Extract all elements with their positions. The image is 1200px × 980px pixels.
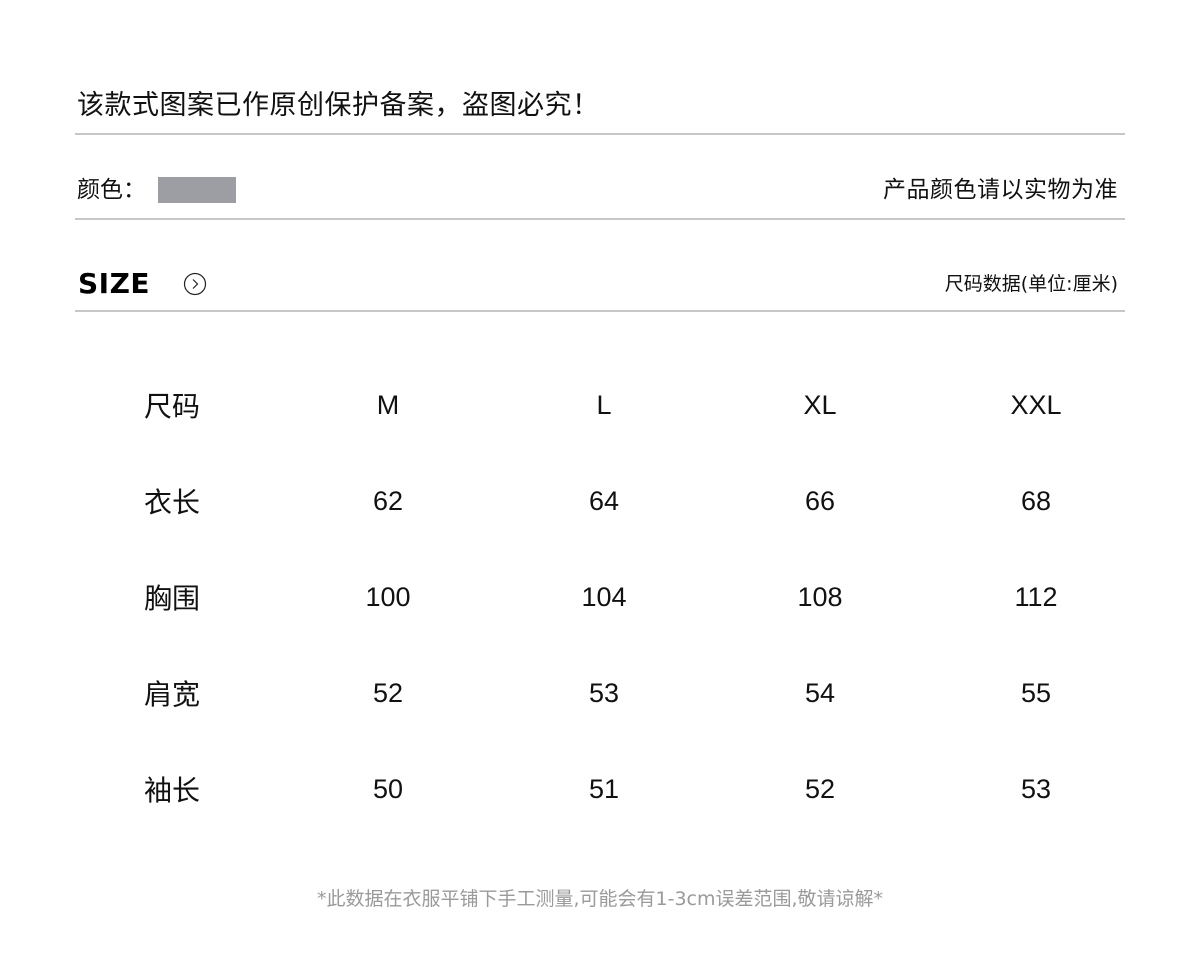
table-cell: 52: [804, 773, 836, 804]
size-header-cell: XXL: [1010, 389, 1062, 420]
copyright-notice: 该款式图案已作原创保护备案，盗图必究！: [77, 90, 600, 121]
table-cell: 104: [581, 581, 627, 612]
table-cell: 51: [588, 773, 620, 804]
color-disclaimer: 产品颜色请以实物为准: [883, 177, 1118, 203]
size-header-cell: XL: [803, 389, 837, 420]
size-header-label: 尺码: [143, 390, 200, 423]
table-row: 衣长 62 64 66 68: [64, 453, 1144, 549]
size-header-cell: M: [376, 389, 400, 420]
row-label: 肩宽: [143, 678, 200, 711]
size-header-cell: L: [596, 389, 612, 420]
chevron-right-circle-icon: [183, 272, 207, 296]
table-cell: 112: [1014, 581, 1058, 612]
row-label: 胸围: [143, 582, 200, 615]
color-label: 颜色：: [77, 177, 146, 203]
size-table: 尺码 M L XL XXL 衣长 62 64 66 68 胸围 100 104 …: [64, 357, 1144, 837]
table-cell: 100: [365, 581, 411, 612]
table-cell: 66: [804, 485, 836, 516]
table-row: 胸围 100 104 108 112: [64, 549, 1144, 645]
divider-color: [75, 218, 1125, 220]
table-cell: 68: [1020, 485, 1052, 516]
table-cell: 54: [804, 677, 836, 708]
table-cell: 64: [588, 485, 620, 516]
color-swatch: [158, 177, 236, 203]
size-header-row: 尺码 M L XL XXL: [64, 357, 1144, 453]
table-cell: 53: [588, 677, 620, 708]
table-cell: 55: [1020, 677, 1052, 708]
divider-top: [75, 133, 1125, 135]
row-label: 袖长: [143, 774, 200, 807]
table-cell: 50: [372, 773, 404, 804]
measurement-footnote: *此数据在衣服平铺下手工测量,可能会有1-3cm误差范围,敬请谅解*: [316, 888, 884, 910]
row-label: 衣长: [143, 486, 200, 519]
divider-size: [75, 310, 1125, 312]
size-unit-note: 尺码数据(单位:厘米): [944, 273, 1118, 295]
size-section-title: SIZE: [78, 267, 151, 300]
table-cell: 52: [372, 677, 404, 708]
table-cell: 62: [372, 485, 404, 516]
table-row: 袖长 50 51 52 53: [64, 741, 1144, 837]
table-cell: 53: [1020, 773, 1052, 804]
table-cell: 108: [797, 581, 843, 612]
table-row: 肩宽 52 53 54 55: [64, 645, 1144, 741]
